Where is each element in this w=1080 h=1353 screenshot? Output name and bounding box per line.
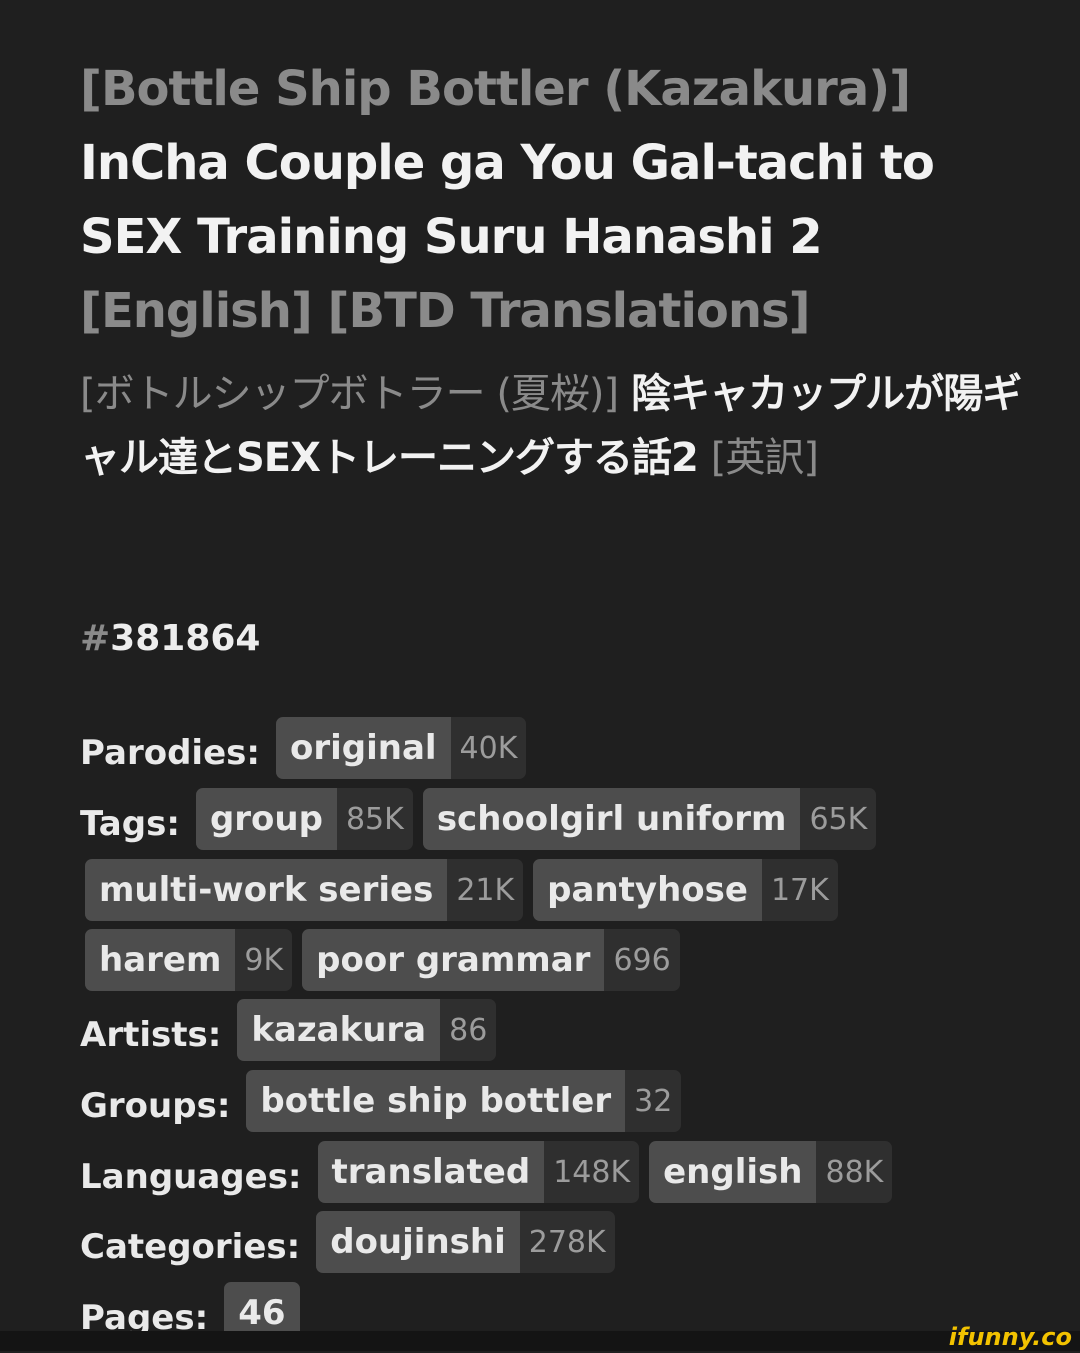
tag-count: 40K: [450, 717, 527, 779]
footer-bar: [0, 1331, 1080, 1351]
tag-schoolgirl-uniform[interactable]: schoolgirl uniform 65K: [422, 788, 877, 850]
tag-count: 21K: [447, 859, 524, 921]
tag-count: 9K: [235, 929, 293, 991]
tag-name: pantyhose: [533, 859, 762, 921]
tag-doujinshi[interactable]: doujinshi 278K: [316, 1211, 615, 1273]
tag-english[interactable]: english 88K: [649, 1141, 893, 1203]
tag-name: kazakura: [237, 999, 441, 1061]
tag-count: 88K: [816, 1141, 893, 1203]
tag-bottle-ship-bottler[interactable]: bottle ship bottler 32: [246, 1070, 682, 1132]
tag-count: 696: [604, 929, 680, 991]
tag-multi-work-series[interactable]: multi-work series 21K: [85, 859, 524, 921]
tag-count: 86: [440, 999, 497, 1061]
tag-poor-grammar[interactable]: poor grammar 696: [302, 929, 680, 991]
title-pretty: InCha Couple ga You Gal-tachi to SEX Tra…: [80, 135, 935, 265]
tag-name: schoolgirl uniform: [422, 788, 801, 850]
tag-count: 32: [625, 1070, 682, 1132]
languages-label: Languages:: [80, 1156, 302, 1197]
groups-label: Groups:: [80, 1085, 231, 1126]
tags-label: Tags:: [80, 803, 180, 844]
groups-row: Groups: bottle ship bottler 32: [80, 1070, 1000, 1141]
tag-count: 65K: [800, 788, 877, 850]
gallery-id-hash: #: [80, 618, 111, 659]
tag-count: 278K: [519, 1211, 615, 1273]
gallery-title-japanese: [ボトルシップボトラー (夏桜)] 陰キャカップルが陽ギャル達とSEXトレーニン…: [80, 362, 1040, 490]
title-after: [English] [BTD Translations]: [80, 283, 811, 339]
tag-name: group: [195, 788, 337, 850]
title-before: [Bottle Ship Bottler (Kazakura)]: [80, 61, 911, 117]
languages-row: Languages: translated 148K english 88K: [80, 1141, 1000, 1212]
tag-name: original: [275, 717, 451, 779]
subtitle-after: [英訳]: [710, 435, 819, 481]
categories-row: Categories: doujinshi 278K: [80, 1211, 1000, 1282]
tag-count: 17K: [761, 859, 838, 921]
tag-name: bottle ship bottler: [246, 1070, 626, 1132]
tag-count: 148K: [544, 1141, 640, 1203]
tag-translated[interactable]: translated 148K: [317, 1141, 640, 1203]
tags-row: Tags: group 85K schoolgirl uniform 65K: [80, 788, 1000, 859]
tags-row-2: multi-work series 21K pantyhose 17K: [85, 859, 1005, 930]
tags-row-3: harem 9K poor grammar 696: [85, 929, 1005, 1000]
categories-label: Categories:: [80, 1226, 301, 1267]
artists-row: Artists: kazakura 86: [80, 999, 1000, 1070]
artists-label: Artists:: [80, 1014, 222, 1055]
tag-group[interactable]: group 85K: [195, 788, 413, 850]
parodies-row: Parodies: original 40K: [80, 717, 1000, 788]
tag-kazakura[interactable]: kazakura 86: [237, 999, 497, 1061]
tag-name: translated: [317, 1141, 545, 1203]
parodies-label: Parodies:: [80, 732, 260, 773]
gallery-id-number: 381864: [110, 618, 261, 659]
tag-name: poor grammar: [302, 929, 605, 991]
gallery-info: [Bottle Ship Bottler (Kazakura)] InCha C…: [80, 52, 1040, 490]
tag-name: english: [649, 1141, 817, 1203]
gallery-id: #381864: [80, 618, 260, 659]
tag-name: multi-work series: [85, 859, 448, 921]
tag-harem[interactable]: harem 9K: [85, 929, 293, 991]
ifunny-watermark: ifunny.co: [948, 1323, 1072, 1351]
tag-count: 85K: [336, 788, 413, 850]
tag-pantyhose[interactable]: pantyhose 17K: [533, 859, 838, 921]
tag-original[interactable]: original 40K: [275, 717, 527, 779]
subtitle-before: [ボトルシップボトラー (夏桜)]: [80, 371, 619, 417]
tag-name: harem: [85, 929, 236, 991]
tag-name: doujinshi: [316, 1211, 520, 1273]
gallery-title-english: [Bottle Ship Bottler (Kazakura)] InCha C…: [80, 52, 1040, 348]
